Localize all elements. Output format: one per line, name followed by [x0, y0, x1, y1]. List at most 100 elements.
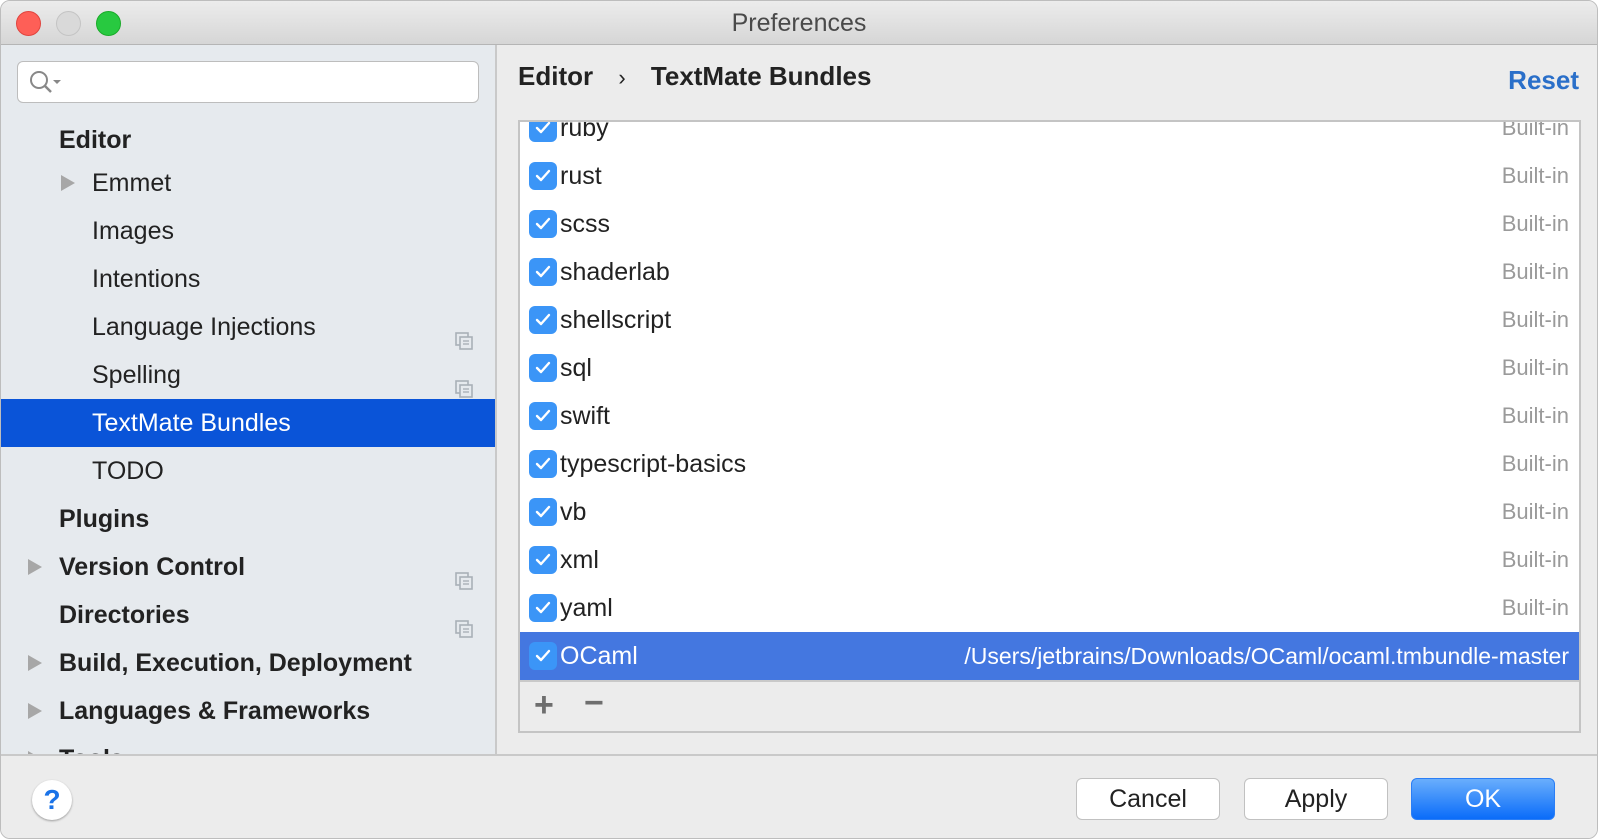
- search-input[interactable]: [17, 61, 479, 103]
- bundle-row[interactable]: vb Built-in: [520, 488, 1579, 536]
- sidebar-item-languages-frameworks[interactable]: Languages & Frameworks: [1, 687, 495, 735]
- bundle-name: swift: [560, 402, 610, 430]
- sidebar-item-label: Images: [92, 217, 174, 245]
- list-toolbar: + −: [520, 680, 1579, 731]
- bundle-name: sql: [560, 354, 592, 382]
- project-settings-icon: [455, 318, 473, 350]
- breadcrumb-current: TextMate Bundles: [650, 61, 872, 91]
- sidebar-item-label: Editor: [59, 126, 132, 154]
- bundle-name: xml: [560, 546, 599, 574]
- bundle-name: typescript-basics: [560, 450, 747, 478]
- sidebar-item-label: TextMate Bundles: [92, 409, 291, 437]
- bundle-row[interactable]: xml Built-in: [520, 536, 1579, 584]
- enabled-checkbox[interactable]: [529, 498, 557, 526]
- sidebar-item-spelling[interactable]: Spelling: [1, 351, 495, 399]
- enabled-checkbox[interactable]: [529, 122, 557, 142]
- expand-triangle-icon[interactable]: [61, 175, 75, 191]
- sidebar-item-editor[interactable]: Editor: [1, 121, 495, 159]
- search-icon[interactable]: [28, 69, 64, 97]
- enabled-checkbox[interactable]: [529, 642, 557, 670]
- bundle-row[interactable]: shellscript Built-in: [520, 296, 1579, 344]
- minimize-button[interactable]: [56, 11, 81, 36]
- bundle-row[interactable]: swift Built-in: [520, 392, 1579, 440]
- bundle-source: Built-in: [1501, 120, 1569, 140]
- project-settings-icon: [455, 606, 473, 638]
- settings-tree: Editor Emmet Images Intentions Language Inje…: [1, 121, 495, 754]
- sidebar-item-directories[interactable]: Directories: [1, 591, 495, 639]
- sidebar-item-label: Tools: [59, 735, 124, 754]
- sidebar-item-label: Language Injections: [92, 313, 316, 341]
- bundle-name: shellscript: [560, 306, 672, 334]
- bundle-row[interactable]: sql Built-in: [520, 344, 1579, 392]
- sidebar-item-plugins[interactable]: Plugins: [1, 495, 495, 543]
- close-button[interactable]: [16, 11, 41, 36]
- title-bar: Preferences: [1, 1, 1597, 45]
- sidebar-item-images[interactable]: Images: [1, 207, 495, 255]
- bundle-source: Built-in: [1501, 355, 1569, 380]
- enabled-checkbox[interactable]: [529, 210, 557, 238]
- bundle-row[interactable]: OCaml/Users/jetbrains/Downloads/OCaml/oc…: [520, 632, 1579, 680]
- breadcrumb-parent[interactable]: Editor: [518, 61, 593, 92]
- content-panel: Editor › TextMate Bundles Reset ruby Buil…: [499, 45, 1597, 754]
- sidebar-item-textmate-bundles[interactable]: TextMate Bundles: [1, 399, 495, 447]
- sidebar-item-build-execution-deployment[interactable]: Build, Execution, Deployment: [1, 639, 495, 687]
- enabled-checkbox[interactable]: [529, 306, 557, 334]
- sidebar-item-label: Plugins: [59, 505, 150, 533]
- bundle-name: scss: [560, 210, 610, 238]
- sidebar-item-emmet[interactable]: Emmet: [1, 159, 495, 207]
- cancel-button[interactable]: Cancel: [1076, 778, 1220, 820]
- help-button[interactable]: ?: [32, 780, 72, 820]
- breadcrumb: Editor › TextMate Bundles: [518, 61, 871, 92]
- bundle-name: shaderlab: [560, 258, 670, 286]
- bundle-name: vb: [560, 498, 587, 526]
- bundle-row[interactable]: rust Built-in: [520, 152, 1579, 200]
- enabled-checkbox[interactable]: [529, 594, 557, 622]
- breadcrumb-separator: ›: [618, 65, 626, 90]
- expand-triangle-icon[interactable]: [28, 559, 42, 575]
- bundle-name: yaml: [560, 594, 613, 622]
- bundle-name: ruby: [560, 120, 609, 142]
- sidebar-item-language-injections[interactable]: Language Injections: [1, 303, 495, 351]
- bundle-source: Built-in: [1501, 403, 1569, 428]
- sidebar-item-label: TODO: [92, 457, 164, 485]
- enabled-checkbox[interactable]: [529, 450, 557, 478]
- bundle-source: Built-in: [1501, 595, 1569, 620]
- sidebar-item-tools[interactable]: Tools: [1, 735, 495, 754]
- bundle-row[interactable]: ruby Built-in: [520, 120, 1579, 152]
- sidebar-item-label: Directories: [59, 601, 190, 629]
- sidebar-item-label: Languages & Frameworks: [59, 697, 371, 725]
- sidebar-item-intentions[interactable]: Intentions: [1, 255, 495, 303]
- zoom-button[interactable]: [96, 11, 121, 36]
- enabled-checkbox[interactable]: [529, 354, 557, 382]
- expand-triangle-icon[interactable]: [28, 703, 42, 719]
- add-bundle-button[interactable]: +: [534, 686, 554, 725]
- expand-triangle-icon[interactable]: [28, 655, 42, 671]
- bundle-name: OCaml: [560, 642, 638, 670]
- bundle-source: Built-in: [1501, 259, 1569, 284]
- settings-sidebar: Editor Emmet Images Intentions Language Inje…: [1, 45, 497, 754]
- bundle-row[interactable]: typescript-basics Built-in: [520, 440, 1579, 488]
- bundle-row[interactable]: shaderlab Built-in: [520, 248, 1579, 296]
- project-settings-icon: [455, 366, 473, 398]
- preferences-window: Preferences Editor Emmet Images Intentions L…: [0, 0, 1598, 839]
- sidebar-item-label: Intentions: [92, 265, 201, 293]
- window-title: Preferences: [731, 9, 867, 37]
- enabled-checkbox[interactable]: [529, 162, 557, 190]
- bundle-row[interactable]: scss Built-in: [520, 200, 1579, 248]
- sidebar-item-version-control[interactable]: Version Control: [1, 543, 495, 591]
- bundle-source: Built-in: [1501, 211, 1569, 236]
- bundles-list: ruby Built-in rust Built-in scss Built-in shad…: [518, 120, 1581, 733]
- bundle-row[interactable]: yaml Built-in: [520, 584, 1579, 632]
- ok-button[interactable]: OK: [1411, 778, 1555, 820]
- remove-bundle-button[interactable]: −: [584, 684, 604, 723]
- sidebar-item-label: Version Control: [59, 553, 246, 581]
- enabled-checkbox[interactable]: [529, 546, 557, 574]
- bundle-name: rust: [560, 162, 602, 190]
- sidebar-item-label: Emmet: [92, 169, 172, 197]
- sidebar-item-todo[interactable]: TODO: [1, 447, 495, 495]
- bundle-source: Built-in: [1501, 307, 1569, 332]
- reset-link[interactable]: Reset: [1508, 65, 1579, 96]
- enabled-checkbox[interactable]: [529, 258, 557, 286]
- enabled-checkbox[interactable]: [529, 402, 557, 430]
- apply-button[interactable]: Apply: [1244, 778, 1388, 820]
